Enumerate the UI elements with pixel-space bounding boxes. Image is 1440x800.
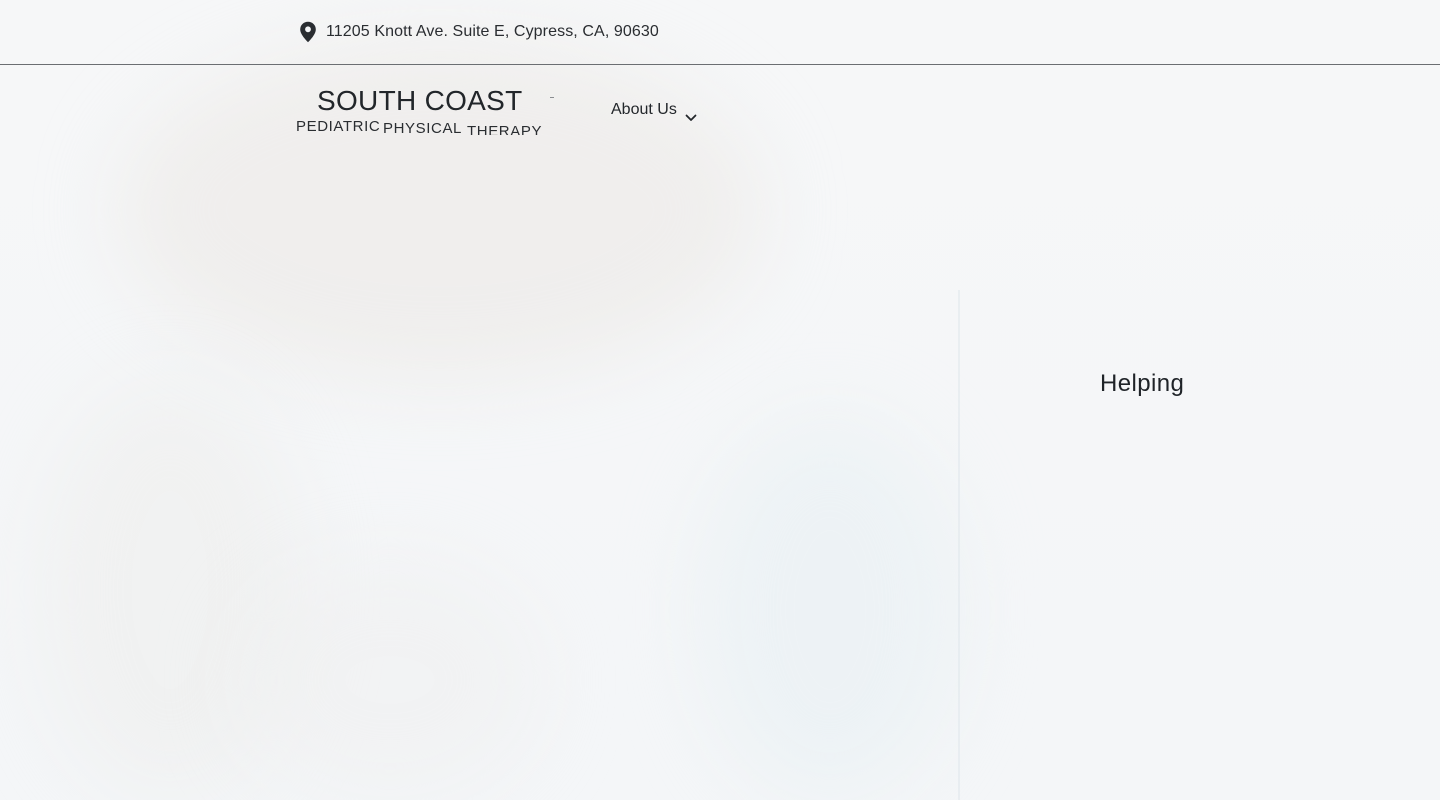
map-pin-icon [299, 21, 317, 43]
logo-subtitle-word: THERAPY [467, 123, 543, 135]
page: 11205 Knott Ave. Suite E, Cypress, CA, 9… [0, 0, 1440, 800]
logo-subtitle-word: PEDIATRIC [296, 118, 381, 135]
hero-heading: Helping [1100, 370, 1185, 397]
background-blob [240, 560, 540, 800]
address-link[interactable]: 11205 Knott Ave. Suite E, Cypress, CA, 9… [299, 21, 659, 43]
nav-about-us-label: About Us [611, 101, 677, 118]
site-header: SOUTH COAST PEDIATRIC PHYSICAL THERAPY A… [0, 65, 1440, 145]
logo-dash [550, 97, 554, 98]
nav-about-us[interactable]: About Us [611, 101, 697, 121]
address-text: 11205 Knott Ave. Suite E, Cypress, CA, 9… [326, 23, 659, 40]
background-blob [700, 420, 960, 800]
background-blob [40, 380, 300, 800]
chevron-down-icon [685, 109, 697, 121]
logo[interactable]: SOUTH COAST PEDIATRIC PHYSICAL THERAPY [296, 85, 556, 135]
background-edge [958, 290, 960, 800]
logo-subtitle-word: PHYSICAL [383, 120, 462, 135]
logo-title: SOUTH COAST [317, 85, 523, 116]
top-info-bar: 11205 Knott Ave. Suite E, Cypress, CA, 9… [0, 0, 1440, 65]
